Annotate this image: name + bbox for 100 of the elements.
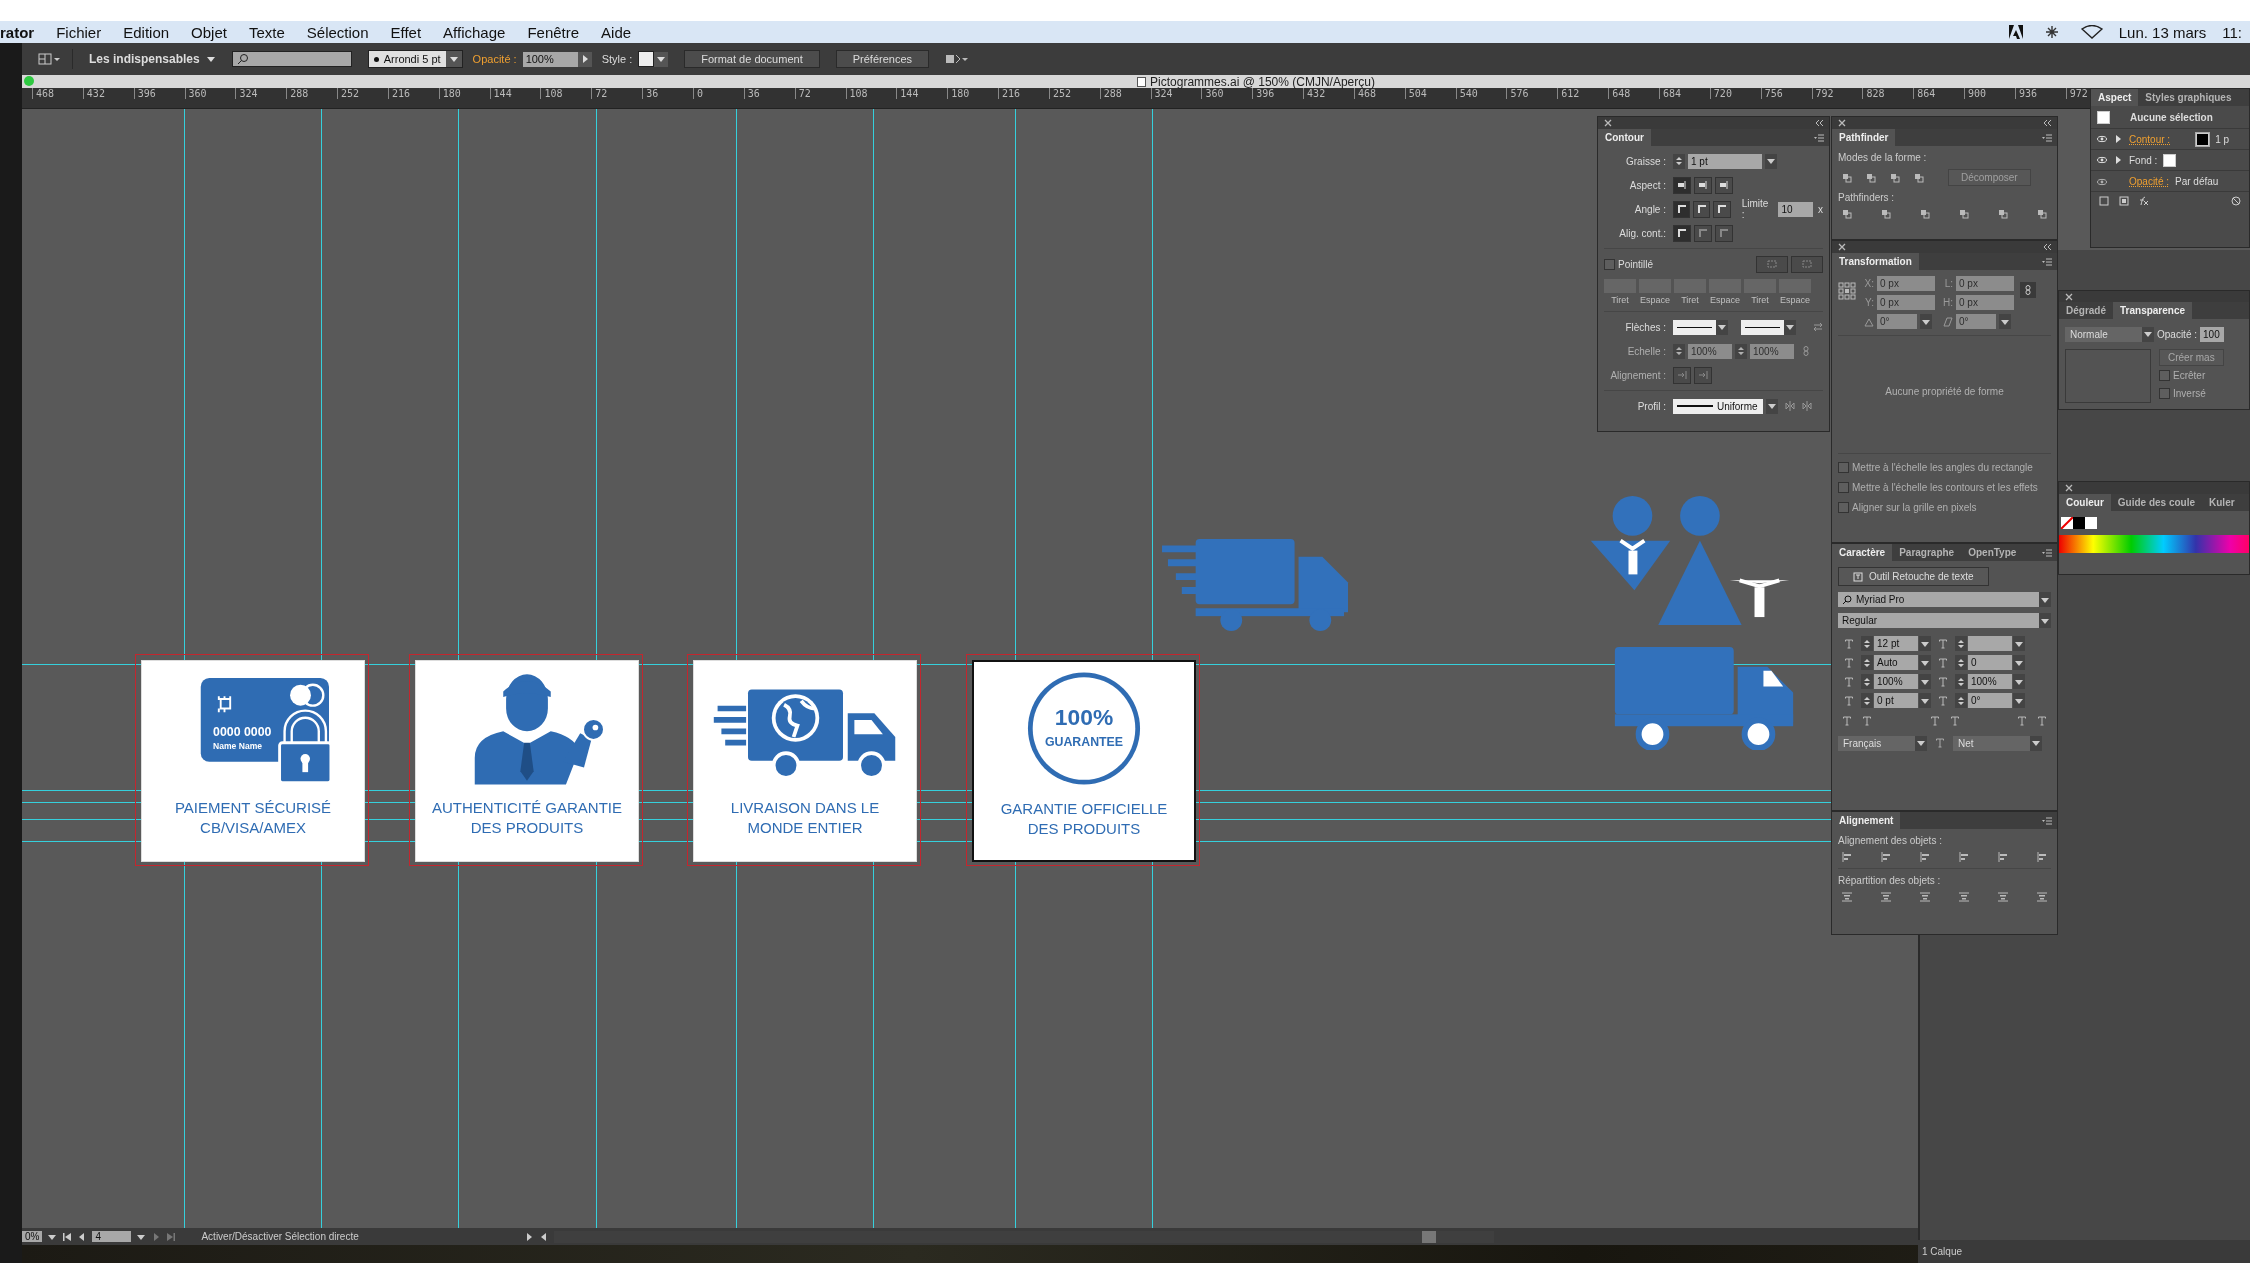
- spinner-icon[interactable]: [1956, 638, 1966, 649]
- anti-aliasing-dropdown[interactable]: Net: [1953, 735, 2042, 751]
- attribute-label[interactable]: Opacité :: [2129, 175, 2170, 187]
- toolbar-button[interactable]: Format de document: [684, 50, 820, 68]
- caret-icon[interactable]: [2143, 329, 2153, 339]
- menu-item[interactable]: Edition: [123, 23, 170, 41]
- zoom-field[interactable]: 0%: [22, 1231, 43, 1242]
- collapse-icon[interactable]: [2042, 118, 2052, 128]
- menu-item[interactable]: Fichier: [56, 23, 102, 41]
- pictogram-artboard[interactable]: AUTHENTICITÉ GARANTIE DES PRODUITS: [415, 660, 639, 862]
- pathfinder-icon[interactable]: [1920, 209, 1930, 219]
- start-arrowhead-dropdown[interactable]: [1673, 319, 1728, 335]
- end-arrowhead-dropdown[interactable]: [1741, 319, 1796, 335]
- coordinate-field[interactable]: 0 px: [1877, 276, 1935, 291]
- collapse-icon[interactable]: [1814, 118, 1824, 128]
- menu-item[interactable]: Texte: [248, 23, 285, 41]
- font-size-field[interactable]: 12 pt: [1874, 636, 1918, 651]
- collapse-icon[interactable]: [2042, 242, 2052, 252]
- close-icon[interactable]: [1837, 242, 1847, 252]
- shape-mode-icon[interactable]: [1914, 172, 1924, 183]
- shear-field[interactable]: 0°: [1956, 314, 1996, 329]
- color-swatch[interactable]: [2196, 132, 2210, 146]
- spinner-icon[interactable]: [1956, 657, 1966, 668]
- horizontal-scrollbar[interactable]: [553, 1230, 1494, 1243]
- align-objects-icon[interactable]: [1920, 852, 1930, 862]
- panel-tab[interactable]: Couleur: [2059, 494, 2111, 511]
- pictogram-artboard[interactable]: 0000 0000 Name Name PAIEMENT SÉCURISÉ CB/VISA/AMEX: [141, 660, 365, 862]
- menu-item[interactable]: Objet: [191, 23, 227, 41]
- expand-triangle-icon[interactable]: [2113, 134, 2123, 144]
- width-profile-dropdown[interactable]: Uniforme: [1673, 398, 1763, 414]
- menu-item[interactable]: Effet: [390, 23, 422, 41]
- menu-item[interactable]: Aide: [601, 23, 632, 41]
- pictogram-artboard[interactable]: LIVRAISON DANS LE MONDE ENTIER: [693, 660, 917, 862]
- vertical-scale-field[interactable]: 100%: [1874, 674, 1918, 689]
- coordinate-field[interactable]: 0 px: [1956, 276, 2014, 291]
- caret-icon[interactable]: [1717, 322, 1727, 332]
- wifi-icon[interactable]: [2080, 25, 2103, 39]
- arrange-icon[interactable]: [945, 53, 969, 65]
- opacity-field[interactable]: 100%: [522, 51, 578, 67]
- menu-item[interactable]: Sélection: [306, 23, 369, 41]
- panel-tab[interactable]: Kuler: [2202, 494, 2242, 511]
- panel-tab[interactable]: Alignement: [1832, 812, 1901, 829]
- effects-icon[interactable]: [2139, 196, 2149, 206]
- distribute-objects-icon[interactable]: [2037, 892, 2047, 902]
- search-icon[interactable]: [236, 53, 249, 65]
- panel-menu-icon[interactable]: [2042, 256, 2052, 267]
- caret-icon[interactable]: [1766, 156, 1776, 166]
- arrow-tip-icon[interactable]: [1677, 370, 1687, 380]
- visibility-eye-icon[interactable]: [2097, 155, 2107, 165]
- font-family-dropdown[interactable]: Myriad Pro: [1838, 592, 2051, 607]
- workspace-dropdown[interactable]: Les indispensables: [83, 51, 222, 67]
- color-swatch[interactable]: [2073, 517, 2085, 529]
- distribute-objects-icon[interactable]: [1998, 892, 2008, 902]
- spinner-icon[interactable]: [1674, 156, 1684, 166]
- panel-menu-icon[interactable]: [2042, 815, 2052, 826]
- coordinate-field[interactable]: 0 px: [1877, 295, 1935, 310]
- layout-switcher-button[interactable]: [36, 51, 62, 67]
- touch-type-icon[interactable]: [1853, 571, 1863, 582]
- menu-item[interactable]: Fenêtre: [527, 23, 580, 41]
- attribute-label[interactable]: Fond :: [2129, 154, 2158, 166]
- spinner-icon[interactable]: [1862, 676, 1872, 687]
- baseline-shift-field[interactable]: 0 pt: [1874, 693, 1918, 708]
- caret-icon[interactable]: [205, 54, 216, 64]
- panel-tab[interactable]: Caractère: [1832, 544, 1893, 561]
- tracking-field[interactable]: 0: [1968, 655, 2012, 670]
- spinner-icon[interactable]: [1956, 676, 1966, 687]
- document-tab[interactable]: Pictogrammes.ai @ 150% (CMJN/Aperçu): [22, 75, 2250, 88]
- shape-mode-icon[interactable]: [1890, 172, 1900, 183]
- distribute-objects-icon[interactable]: [1959, 892, 1969, 902]
- panel-tab[interactable]: Transparence: [2113, 302, 2193, 319]
- close-icon[interactable]: [2064, 291, 2074, 302]
- pathfinder-icon[interactable]: [1959, 209, 1969, 219]
- close-icon[interactable]: [1837, 118, 1847, 128]
- weight-field[interactable]: 1 pt: [1688, 153, 1762, 169]
- option-checkbox[interactable]: [2159, 369, 2170, 381]
- artboard-number-field[interactable]: 4: [92, 1231, 132, 1242]
- spinner-icon[interactable]: [1956, 695, 1966, 706]
- align-objects-icon[interactable]: [1959, 852, 1969, 862]
- panel-tab[interactable]: OpenType: [1961, 544, 2024, 561]
- shape-mode-icon[interactable]: [1842, 172, 1852, 183]
- kerning-field[interactable]: Auto: [1874, 655, 1918, 670]
- blend-mode-dropdown[interactable]: Normale: [2065, 326, 2154, 342]
- panel-menu-icon[interactable]: [2042, 132, 2052, 143]
- option-checkbox[interactable]: [1838, 461, 1849, 473]
- caret-icon[interactable]: [1916, 738, 1926, 748]
- arrow-place-icon[interactable]: [1698, 370, 1708, 380]
- caret-icon[interactable]: [448, 54, 459, 64]
- miter-join-icon[interactable]: [1676, 204, 1687, 214]
- pathfinder-icon[interactable]: [1881, 209, 1891, 219]
- style-swatch[interactable]: [638, 51, 655, 67]
- limit-field[interactable]: 10: [1778, 201, 1813, 217]
- horizontal-scale-field[interactable]: 100%: [1968, 674, 2012, 689]
- pathfinder-icon[interactable]: [2037, 209, 2047, 219]
- spinner-icon[interactable]: [1674, 346, 1684, 356]
- spinner-icon[interactable]: [1862, 657, 1872, 668]
- panel-tab[interactable]: Dégradé: [2059, 302, 2113, 319]
- last-page-icon[interactable]: [166, 1231, 177, 1242]
- swap-icon[interactable]: [1813, 322, 1823, 332]
- opacity-label[interactable]: Opacité :: [472, 53, 517, 65]
- add-stroke-icon[interactable]: [2099, 196, 2109, 206]
